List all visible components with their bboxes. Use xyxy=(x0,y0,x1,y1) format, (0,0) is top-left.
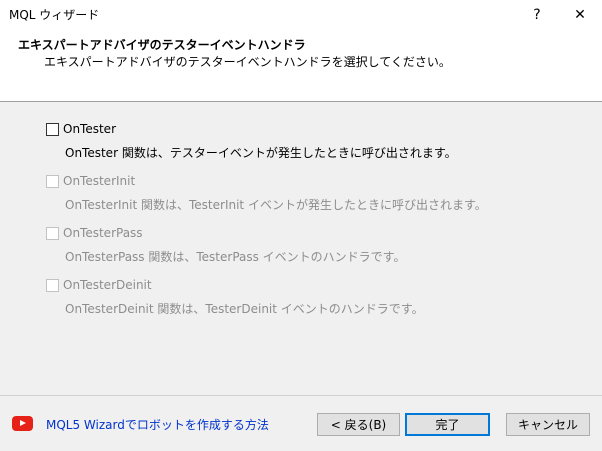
ontesterpass-description: OnTesterPass 関数は、TesterPass イベントのハンドラです。 xyxy=(65,250,406,264)
close-button[interactable]: ✕ xyxy=(558,0,602,29)
option-ontesterdeinit: OnTesterDeinit OnTesterDeinit 関数は、Tester… xyxy=(46,276,424,317)
ontesterpass-label[interactable]: OnTesterPass xyxy=(63,226,143,240)
wizard-header: エキスパートアドバイザのテスターイベントハンドラ エキスパートアドバイザのテスタ… xyxy=(0,29,602,102)
wizard-footer: MQL5 Wizardでロボットを作成する方法 < 戻る(B) 完了 キャンセル xyxy=(0,396,602,451)
ontesterdeinit-checkbox[interactable] xyxy=(46,278,59,292)
ontesterdeinit-label[interactable]: OnTesterDeinit xyxy=(63,278,152,292)
ontesterinit-description: OnTesterInit 関数は、TesterInit イベントが発生したときに… xyxy=(65,198,487,212)
help-button[interactable]: ? xyxy=(515,0,559,29)
ontesterpass-checkbox[interactable] xyxy=(46,226,59,240)
ontester-label[interactable]: OnTester xyxy=(63,122,116,136)
option-ontester: OnTester OnTester 関数は、テスターイベントが発生したときに呼び… xyxy=(46,120,457,161)
tutorial-link[interactable]: MQL5 Wizardでロボットを作成する方法 xyxy=(46,416,269,433)
ontesterinit-checkbox[interactable] xyxy=(46,174,59,188)
page-title: エキスパートアドバイザのテスターイベントハンドラ xyxy=(18,38,306,52)
cancel-button[interactable]: キャンセル xyxy=(506,413,590,436)
back-button[interactable]: < 戻る(B) xyxy=(317,413,400,436)
ontester-description: OnTester 関数は、テスターイベントが発生したときに呼び出されます。 xyxy=(65,146,457,160)
ontesterdeinit-description: OnTesterDeinit 関数は、TesterDeinit イベントのハンド… xyxy=(65,302,424,316)
options-panel: OnTester OnTester 関数は、テスターイベントが発生したときに呼び… xyxy=(0,102,602,396)
ontesterinit-label[interactable]: OnTesterInit xyxy=(63,174,135,188)
window-title: MQL ウィザード xyxy=(9,8,100,22)
option-ontesterinit: OnTesterInit OnTesterInit 関数は、TesterInit… xyxy=(46,172,487,213)
option-ontesterpass: OnTesterPass OnTesterPass 関数は、TesterPass… xyxy=(46,224,406,265)
title-bar: MQL ウィザード ? ✕ xyxy=(0,0,602,29)
page-subtitle: エキスパートアドバイザのテスターイベントハンドラを選択してください。 xyxy=(44,55,451,69)
youtube-icon[interactable] xyxy=(12,416,33,431)
ontester-checkbox[interactable] xyxy=(46,122,59,136)
finish-button[interactable]: 完了 xyxy=(405,413,490,436)
